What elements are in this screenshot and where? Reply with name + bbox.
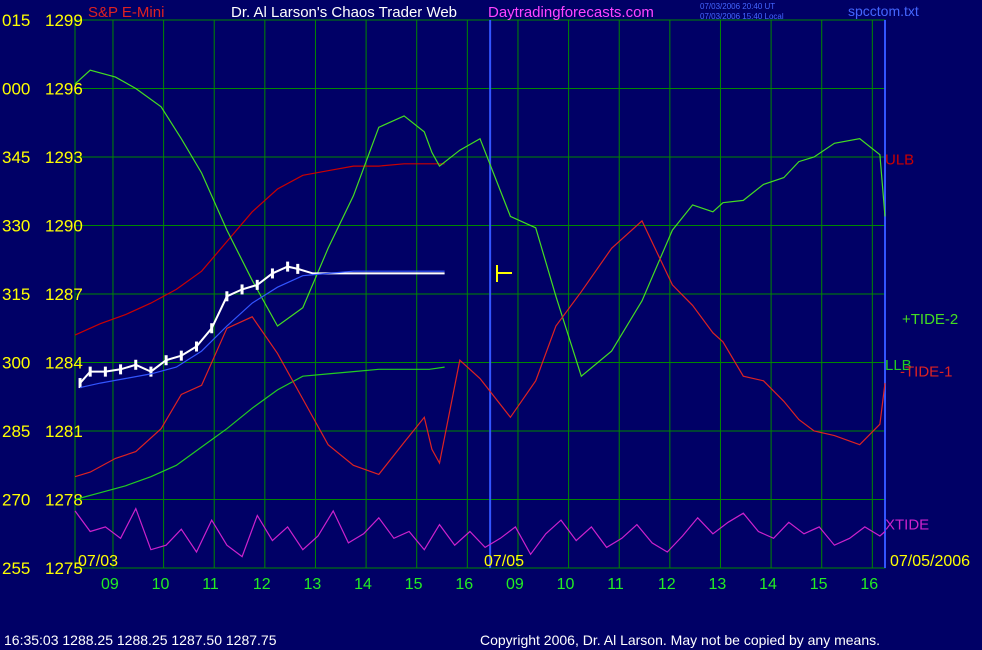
series-line-ulb: [74, 163, 445, 336]
price-bar: [240, 284, 244, 295]
x-tick-hour: 12: [658, 576, 676, 593]
series-line-ma: [79, 270, 445, 389]
price-bar: [119, 364, 123, 375]
price-bar: [225, 291, 229, 302]
price-bar: [210, 323, 214, 334]
x-tick-hour: 11: [607, 576, 624, 593]
price-bar: [255, 279, 259, 290]
x-tick-hour: 09: [101, 576, 119, 593]
x-tick-hour: 09: [506, 576, 524, 593]
timestamp-local: 07/03/2006 15:40 Local: [700, 12, 784, 21]
price-bar: [103, 366, 107, 377]
price-bar: [286, 261, 290, 272]
x-tick-hour: 13: [708, 576, 726, 593]
x-tick-hour: 10: [152, 576, 170, 593]
y-tick-left: 330: [2, 217, 30, 236]
series-label: ULB: [885, 151, 914, 168]
date-label: 07/05/2006: [890, 553, 970, 570]
series-label: XTIDE: [885, 517, 929, 534]
site-label: Daytradingforecasts.com: [488, 4, 654, 21]
price-bar: [195, 341, 198, 352]
x-tick-hour: 14: [354, 576, 372, 593]
y-tick-price: 1290: [45, 217, 83, 236]
series-label: -TIDE-1: [900, 364, 953, 381]
y-tick-left: 285: [2, 422, 30, 441]
series-line-xtide: [74, 507, 886, 558]
x-tick-hour: 15: [405, 576, 423, 593]
price-bar: [149, 366, 153, 377]
y-tick-left: 300: [2, 354, 30, 373]
price-bar: [296, 263, 300, 274]
x-tick-hour: 14: [759, 576, 777, 593]
y-tick-left: 270: [2, 491, 30, 510]
x-tick-hour: 16: [455, 576, 473, 593]
price-bar: [270, 268, 274, 279]
y-tick-price: 1284: [45, 354, 83, 373]
footer-copyright: Copyright 2006, Dr. Al Larson. May not b…: [480, 632, 880, 648]
x-tick-hour: 10: [557, 576, 575, 593]
footer-quote: 16:35:03 1288.25 1288.25 1287.50 1287.75: [4, 632, 277, 648]
series-label: +TIDE-2: [902, 311, 958, 328]
price-bar: [164, 355, 168, 366]
x-tick-hour: 12: [253, 576, 271, 593]
y-tick-left: 000: [2, 80, 30, 99]
series-line-llb: [74, 366, 445, 501]
y-tick-left: 255: [2, 559, 30, 578]
y-tick-left: 015: [2, 11, 30, 30]
y-tick-price: 1278: [45, 491, 83, 510]
x-tick-hour: 13: [303, 576, 321, 593]
x-tick-hour: 15: [810, 576, 828, 593]
price-bar: [179, 350, 183, 361]
y-tick-left: 315: [2, 285, 30, 304]
x-tick-hour: 16: [860, 576, 878, 593]
price-bar: [134, 359, 138, 370]
file-label: spcctom.txt: [848, 3, 919, 19]
y-tick-left: 345: [2, 148, 30, 167]
price-bar: [88, 366, 92, 377]
y-tick-price: 1293: [45, 148, 83, 167]
timestamp-ut: 07/03/2006 20:40 UT: [700, 2, 775, 11]
y-tick-price: 1299: [45, 11, 83, 30]
y-tick-price: 1281: [45, 422, 83, 441]
chart: 255 1275270 1278285 1281300 1284315 1287330 12…: [2, 2, 970, 648]
symbol-label: S&P E-Mini: [88, 4, 164, 21]
chart-title: Dr. Al Larson's Chaos Trader Web: [231, 4, 457, 21]
x-tick-hour: 11: [202, 576, 219, 593]
series-line--tide-2: [74, 69, 886, 378]
date-label: 07/03: [78, 553, 118, 570]
y-tick-price: 1287: [45, 285, 83, 304]
price-bar: [78, 378, 82, 389]
date-label: 07/05: [484, 553, 524, 570]
